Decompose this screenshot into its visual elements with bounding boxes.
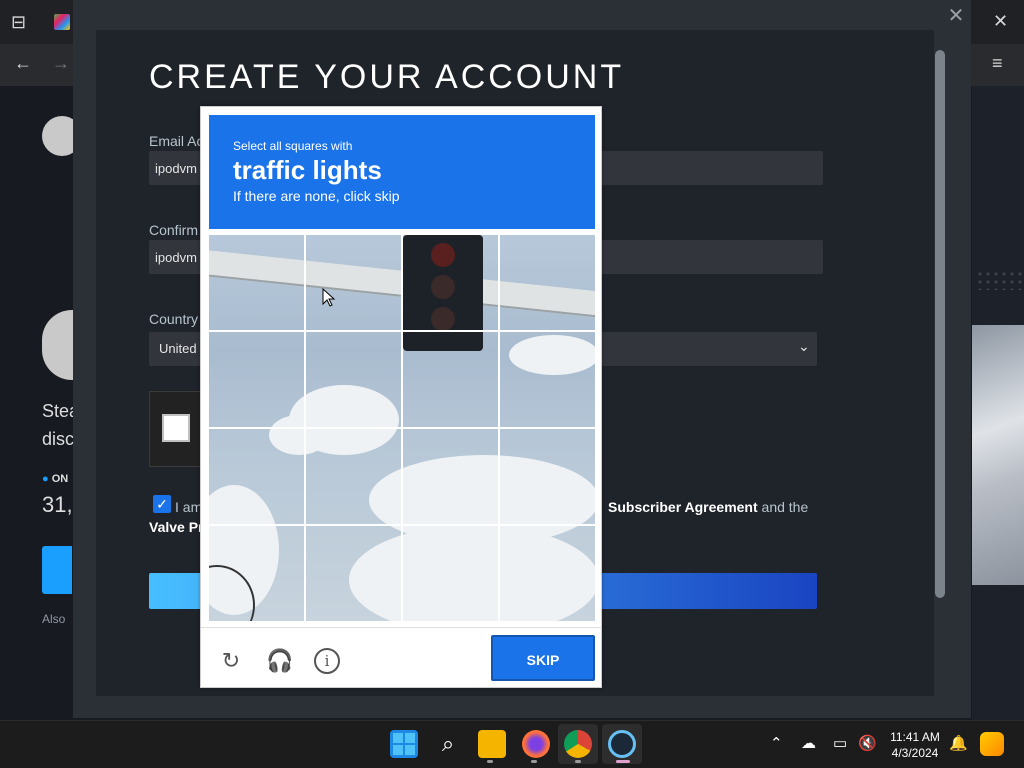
tab-search-icon[interactable]: ⊟ [11,13,26,31]
steam-icon[interactable] [608,730,636,758]
grid-divider [209,427,595,429]
online-label: ● ON [42,473,69,485]
cloud [509,335,595,375]
modal-scrollbar[interactable] [935,50,945,598]
captcha-challenge: Select all squares with traffic lights I… [200,106,602,688]
clock-time: 11:41 AM [890,730,940,744]
captcha-footer: ↻ 🎧 i SKIP [201,627,601,687]
chevron-down-icon[interactable]: ⌄ [798,338,810,355]
store-promo-image [972,325,1024,585]
captcha-hint: If there are none, click skip [233,188,400,204]
search-icon[interactable]: ⌕ [434,730,462,758]
valve-privacy-link[interactable]: Valve Pr [149,519,204,535]
modal-close-icon[interactable]: ✕ [946,6,966,26]
onedrive-icon[interactable]: ☁ [801,735,816,753]
chrome-icon[interactable] [564,730,592,758]
volume-icon[interactable]: 🔇 [858,735,877,753]
chevron-up-icon[interactable]: ⌃ [770,735,783,753]
reload-icon[interactable]: ↻ [218,648,244,674]
firefox-icon[interactable] [522,730,550,758]
captcha-image-grid [209,235,595,621]
also-available-text: Also [42,612,66,626]
grid-divider [209,524,595,526]
back-arrow-icon[interactable]: ← [14,54,32,72]
info-icon[interactable]: i [314,648,340,674]
subscriber-agreement-link[interactable]: Subscriber Agreement [608,499,758,515]
email-label: Email Ac [149,133,204,149]
country-value: United [159,341,197,356]
running-indicator [487,760,493,763]
store-headline-2: disc [42,429,75,449]
menu-icon[interactable]: ≡ [992,54,1003,72]
running-indicator [531,760,537,763]
cloud [269,415,329,455]
running-indicator [575,760,581,763]
close-icon[interactable]: ✕ [993,12,1008,30]
grid-divider [209,330,595,332]
skip-button[interactable]: SKIP [491,635,595,681]
copilot-icon[interactable] [980,732,1004,756]
notification-icon[interactable]: 🔔 [949,735,968,753]
forward-arrow-icon[interactable]: → [52,54,70,72]
headphones-icon[interactable]: 🎧 [266,648,293,674]
email-value: ipodvm [155,161,197,176]
confirm-email-label: Confirm [149,222,199,238]
clock-date: 4/3/2024 [891,746,939,760]
file-explorer-icon[interactable] [478,730,506,758]
tab-favicon[interactable] [54,14,70,30]
windows-start-icon[interactable] [390,730,418,758]
page-title: CREATE YOUR ACCOUNT [149,58,625,96]
install-steam-button[interactable] [42,546,72,594]
recaptcha-checkbox[interactable] [162,414,190,442]
agree-text: I am [175,499,203,515]
taskbar-clock[interactable]: 11:41 AM 4/3/2024 [880,729,950,761]
network-icon[interactable]: ▭ [833,735,847,753]
running-indicator [616,760,630,763]
online-count: 31, [42,492,73,517]
traffic-light [403,235,483,351]
confirm-email-value: ipodvm [155,250,197,265]
agree-text-right: Subscriber Agreement and the [608,499,809,515]
agree-checkbox[interactable]: ✓ [153,495,171,513]
decorative-dots [976,270,1024,290]
captcha-instruction: Select all squares with [233,139,353,153]
country-label: Country [149,311,199,327]
mouse-cursor [322,288,336,307]
captcha-header: Select all squares with traffic lights I… [209,115,595,229]
captcha-target: traffic lights [233,155,382,185]
cloud [349,525,595,621]
